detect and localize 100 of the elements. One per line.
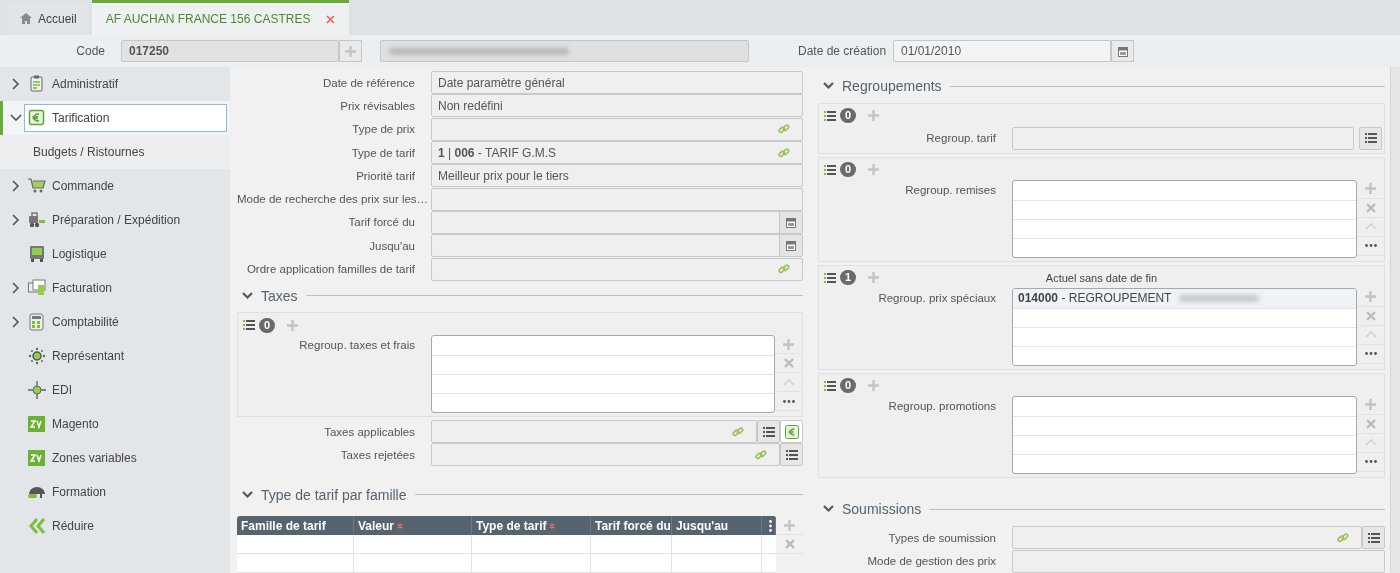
more-icon bbox=[782, 399, 795, 403]
input-field[interactable] bbox=[431, 420, 757, 444]
date-field[interactable]: 01/01/2010 bbox=[893, 40, 1111, 62]
sidebar-item[interactable]: Administratif bbox=[0, 67, 230, 101]
sidebar-item[interactable]: Commande bbox=[0, 169, 230, 203]
plus-icon bbox=[345, 45, 356, 57]
list-icon[interactable] bbox=[824, 164, 836, 175]
sidebar-item[interactable]: Tarification bbox=[0, 101, 230, 135]
calendar-button[interactable] bbox=[1111, 40, 1134, 62]
sidebar-item[interactable]: Facturation bbox=[0, 271, 230, 305]
link-icon[interactable] bbox=[778, 146, 790, 159]
sidebar-item[interactable]: Magento bbox=[0, 407, 230, 441]
list-button[interactable] bbox=[1359, 126, 1382, 150]
list-icon bbox=[785, 449, 798, 460]
chevron-down-icon[interactable] bbox=[823, 82, 834, 91]
link-icon[interactable] bbox=[755, 448, 767, 461]
list-button[interactable] bbox=[780, 443, 803, 467]
field-label: Regroup. taxes et frais bbox=[298, 338, 416, 352]
tab[interactable]: AF AUCHAN FRANCE 156 CASTRES bbox=[91, 0, 350, 35]
caret-up-icon bbox=[1364, 331, 1377, 339]
scrollbar[interactable] bbox=[1390, 67, 1400, 573]
input-field[interactable] bbox=[431, 257, 803, 281]
calendar-icon bbox=[1117, 45, 1128, 57]
euro-icon bbox=[784, 424, 799, 439]
euro-button[interactable] bbox=[780, 420, 803, 444]
input-field[interactable]: 1 | 006 - TARIF G.M.S bbox=[431, 141, 803, 165]
sidebar-item[interactable]: Logistique bbox=[0, 237, 230, 271]
list-box[interactable] bbox=[431, 335, 775, 414]
link-icon[interactable] bbox=[732, 425, 744, 438]
list-icon bbox=[762, 426, 775, 437]
plus-icon[interactable] bbox=[287, 319, 299, 331]
zv-icon bbox=[28, 415, 46, 433]
plus-icon bbox=[1365, 399, 1376, 411]
sidebar-item[interactable]: Réduire bbox=[0, 509, 230, 543]
calendar-button[interactable] bbox=[779, 235, 802, 257]
invoice-icon bbox=[28, 279, 46, 297]
section-title: Soumissions bbox=[842, 501, 922, 518]
add-button[interactable] bbox=[339, 40, 362, 62]
field-label: Jusqu'au bbox=[368, 239, 416, 252]
input-field[interactable] bbox=[431, 187, 803, 211]
plus-icon bbox=[784, 519, 795, 531]
field-label: Regroup. tarif bbox=[925, 132, 997, 145]
sidebar-item[interactable]: Formation bbox=[0, 475, 230, 509]
section-title: Taxes bbox=[261, 287, 298, 304]
list-icon[interactable] bbox=[824, 272, 836, 283]
euro-document-icon bbox=[28, 109, 46, 127]
plus-icon bbox=[1365, 183, 1376, 195]
sidebar-item[interactable]: Représentant bbox=[0, 339, 230, 373]
list-icon[interactable] bbox=[824, 110, 836, 121]
sidebar-item[interactable]: EDI bbox=[0, 373, 230, 407]
field-label: Prix révisables bbox=[339, 99, 416, 112]
plus-icon[interactable] bbox=[868, 272, 880, 284]
list-icon bbox=[1364, 133, 1377, 144]
close-icon[interactable] bbox=[326, 14, 336, 24]
link-icon[interactable] bbox=[778, 123, 790, 136]
calendar-button[interactable] bbox=[779, 211, 802, 233]
more-icon bbox=[1364, 352, 1377, 356]
input-field[interactable] bbox=[1012, 526, 1362, 549]
input-field[interactable]: Non redéfini bbox=[431, 94, 803, 118]
list-box[interactable]: 014000 - REGROUPEMENT bbox=[1012, 287, 1357, 366]
input-field[interactable] bbox=[431, 210, 803, 234]
link-icon[interactable] bbox=[1337, 531, 1349, 544]
field-label: Date de création bbox=[798, 44, 888, 58]
field-label: Regroup. remises bbox=[904, 182, 997, 196]
chevron-down-icon[interactable] bbox=[242, 490, 253, 499]
input-field[interactable] bbox=[431, 117, 803, 141]
chevron-down-icon[interactable] bbox=[823, 505, 834, 514]
list-icon[interactable] bbox=[824, 380, 836, 391]
more-icon bbox=[1364, 460, 1377, 464]
delete-icon bbox=[1365, 310, 1376, 321]
delete-icon bbox=[1365, 418, 1376, 429]
delete-icon bbox=[1365, 202, 1376, 213]
chevron-down-icon[interactable] bbox=[9, 112, 23, 124]
list-button[interactable] bbox=[1362, 526, 1385, 549]
input-field[interactable] bbox=[431, 443, 780, 467]
input-field[interactable]: Meilleur prix pour le tiers bbox=[431, 164, 803, 188]
link-icon[interactable] bbox=[778, 263, 790, 275]
list-icon[interactable] bbox=[243, 320, 255, 331]
list-button[interactable] bbox=[757, 420, 780, 444]
field-label: Code bbox=[75, 44, 106, 58]
input-field[interactable] bbox=[1012, 549, 1385, 573]
sidebar-item[interactable]: Comptabilité bbox=[0, 305, 230, 339]
list-box[interactable] bbox=[1012, 395, 1357, 474]
more-icon[interactable] bbox=[769, 519, 772, 532]
code-field[interactable]: 017250 bbox=[121, 40, 339, 62]
sidebar-item[interactable]: Zones variables bbox=[0, 441, 230, 475]
name-field[interactable] bbox=[380, 40, 749, 62]
input-field[interactable] bbox=[431, 234, 803, 258]
plus-icon[interactable] bbox=[868, 164, 880, 176]
input-field[interactable]: Date paramètre général bbox=[431, 71, 803, 95]
caret-up-icon bbox=[782, 378, 795, 386]
sidebar-subitem[interactable]: Budgets / Ristournes bbox=[0, 135, 230, 169]
section-title: Regroupements bbox=[842, 78, 942, 95]
field-label: Mode de recherche des prix sur les… bbox=[237, 193, 430, 206]
list-box[interactable] bbox=[1012, 179, 1357, 258]
sidebar-item[interactable]: Préparation / Expédition bbox=[0, 203, 230, 237]
plus-icon[interactable] bbox=[868, 110, 880, 122]
input-field[interactable] bbox=[1012, 126, 1354, 150]
chevron-down-icon[interactable] bbox=[242, 291, 253, 300]
plus-icon[interactable] bbox=[868, 380, 880, 392]
